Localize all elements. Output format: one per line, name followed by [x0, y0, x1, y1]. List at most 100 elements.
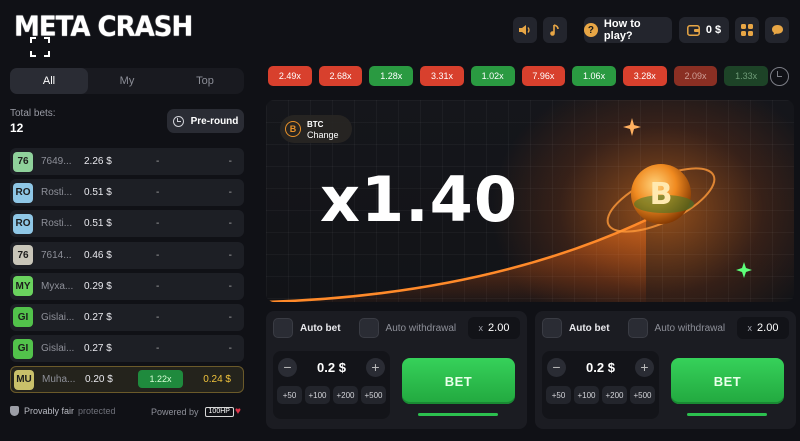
auto-withdrawal-label: Auto withdrawal: [654, 322, 726, 334]
bets-list: 76 7649... 2.26 $ - - RO Rosti... 0.51 $ - - RO Ros…: [10, 148, 244, 398]
win-amount: -: [228, 280, 232, 292]
cashout-multiplier-input[interactable]: x 2.00: [468, 317, 520, 339]
quick-add-200[interactable]: +200: [333, 386, 358, 404]
bet-row: MU Muha... 0.20 $ 1.22x 0.24 $: [10, 366, 244, 394]
current-multiplier: x1.40: [320, 163, 518, 236]
balance-value: 0 $: [705, 24, 722, 36]
avatar: GI: [13, 307, 33, 328]
win-amount: -: [228, 218, 232, 230]
quick-add-50[interactable]: +50: [277, 386, 302, 404]
history-chip[interactable]: 3.31x: [420, 66, 464, 86]
total-bets: Total bets: 12: [10, 108, 56, 135]
bet-row: 76 7614... 0.46 $ - -: [10, 241, 244, 269]
history-chip[interactable]: 2.09x: [673, 66, 718, 86]
provably-fair[interactable]: Provably fair protected: [10, 406, 116, 416]
asset-name: BTC: [307, 120, 324, 129]
player-name: Gislai...: [41, 311, 75, 323]
bet-button-underline: [687, 413, 767, 416]
avatar: 76: [13, 245, 33, 266]
clock-icon: [172, 115, 184, 127]
cashout-multiplier: -: [156, 280, 160, 292]
win-amount: -: [228, 249, 232, 261]
auto-withdrawal-checkbox[interactable]: [627, 318, 648, 338]
balance-button[interactable]: 0 $: [679, 17, 729, 43]
avatar: GI: [13, 338, 33, 359]
bet-row: GI Gislai... 0.27 $ - -: [10, 335, 244, 363]
chat-icon: [771, 25, 783, 35]
cashout-multiplier-input[interactable]: x 2.00: [737, 317, 789, 339]
quick-add-200[interactable]: +200: [602, 386, 627, 404]
bet-row: GI Gislai... 0.27 $ - -: [10, 303, 244, 331]
history-chip[interactable]: 2.49x: [268, 66, 312, 86]
quick-add-100[interactable]: +100: [305, 386, 330, 404]
history-clock-icon[interactable]: [770, 67, 789, 86]
player-name: Myxa...: [41, 280, 74, 292]
bet-button[interactable]: BET: [671, 358, 784, 404]
tab-my[interactable]: My: [88, 68, 166, 94]
chat-button[interactable]: [765, 17, 789, 43]
preround-label: Pre-round: [190, 115, 239, 127]
quick-add-500[interactable]: +500: [361, 386, 386, 404]
history-chip[interactable]: 1.02x: [470, 66, 515, 86]
provider-logo: 100HP: [204, 406, 234, 417]
avatar: MU: [14, 369, 34, 390]
history-chip[interactable]: 1.06x: [572, 66, 616, 86]
decrease-bet-button[interactable]: −: [547, 357, 566, 377]
increase-bet-button[interactable]: +: [634, 357, 654, 377]
bet-row: 76 7649... 2.26 $ - -: [10, 148, 244, 175]
cashout-multiplier: -: [156, 311, 160, 323]
auto-withdrawal-checkbox[interactable]: [358, 318, 379, 338]
bet-panel-1: Auto bet Auto withdrawal x 2.00 − 0.2 $ +…: [266, 311, 527, 429]
preround-button[interactable]: Pre-round: [167, 109, 244, 133]
bet-amount: 0.51 $: [84, 218, 112, 230]
how-to-play-button[interactable]: ? How to play?: [584, 17, 672, 43]
tab-top[interactable]: Top: [166, 68, 244, 94]
cashout-multiplier: -: [156, 249, 160, 261]
heart-icon: ♥: [234, 406, 241, 417]
bet-button[interactable]: BET: [402, 358, 515, 404]
auto-bet-checkbox[interactable]: [542, 318, 562, 338]
player-name: Muha...: [42, 374, 76, 386]
shield-icon: [10, 406, 19, 416]
tab-all[interactable]: All: [10, 68, 88, 94]
quick-add-50[interactable]: +50: [546, 386, 571, 404]
cashout-multiplier: -: [156, 156, 160, 167]
history-chip[interactable]: 7.96x: [521, 66, 566, 86]
total-bets-label: Total bets:: [10, 108, 56, 119]
bet-amount[interactable]: 0.2 $: [586, 360, 615, 375]
music-button[interactable]: [543, 17, 567, 43]
sound-button[interactable]: [513, 17, 537, 43]
music-note-icon: [550, 23, 559, 36]
protected-label: protected: [78, 406, 116, 416]
history-chip[interactable]: 1.28x: [369, 66, 414, 86]
bet-row: RO Rosti... 0.51 $ - -: [10, 210, 244, 238]
cashout-multiplier: -: [156, 218, 160, 230]
player-name: Rosti...: [41, 218, 73, 230]
bet-panel-2: Auto bet Auto withdrawal x 2.00 − 0.2 $ +…: [535, 311, 796, 429]
cashout-multiplier: -: [156, 187, 160, 199]
increase-bet-button[interactable]: +: [365, 357, 385, 377]
history-chip[interactable]: 1.33x: [724, 66, 769, 86]
win-amount: -: [228, 343, 232, 355]
history-chip[interactable]: 3.28x: [622, 66, 667, 86]
bet-amount: 0.51 $: [84, 187, 112, 199]
history-chip[interactable]: 2.68x: [318, 66, 363, 86]
bets-panel: All My Top Total bets: 12 Pre-round 76 76…: [10, 68, 244, 394]
avatar: MY: [13, 276, 33, 297]
avatar: RO: [13, 213, 33, 234]
powered-by: Powered by 100HP ♥: [151, 406, 241, 417]
games-menu-button[interactable]: [735, 17, 759, 43]
bet-amount[interactable]: 0.2 $: [317, 360, 346, 375]
quick-add-500[interactable]: +500: [630, 386, 655, 404]
bet-amount: 0.20 $: [85, 374, 113, 386]
cashout-multiplier: 1.22x: [138, 370, 183, 389]
asset-subtitle: Change: [307, 130, 339, 140]
coin-glyph: B: [650, 177, 673, 212]
quick-add-100[interactable]: +100: [574, 386, 599, 404]
decrease-bet-button[interactable]: −: [278, 357, 297, 377]
win-amount: -: [228, 187, 232, 199]
auto-bet-checkbox[interactable]: [273, 318, 293, 338]
fullscreen-icon[interactable]: [30, 37, 50, 57]
win-amount: -: [228, 156, 232, 167]
game-field: B B BTC Change x1.40: [266, 100, 794, 302]
